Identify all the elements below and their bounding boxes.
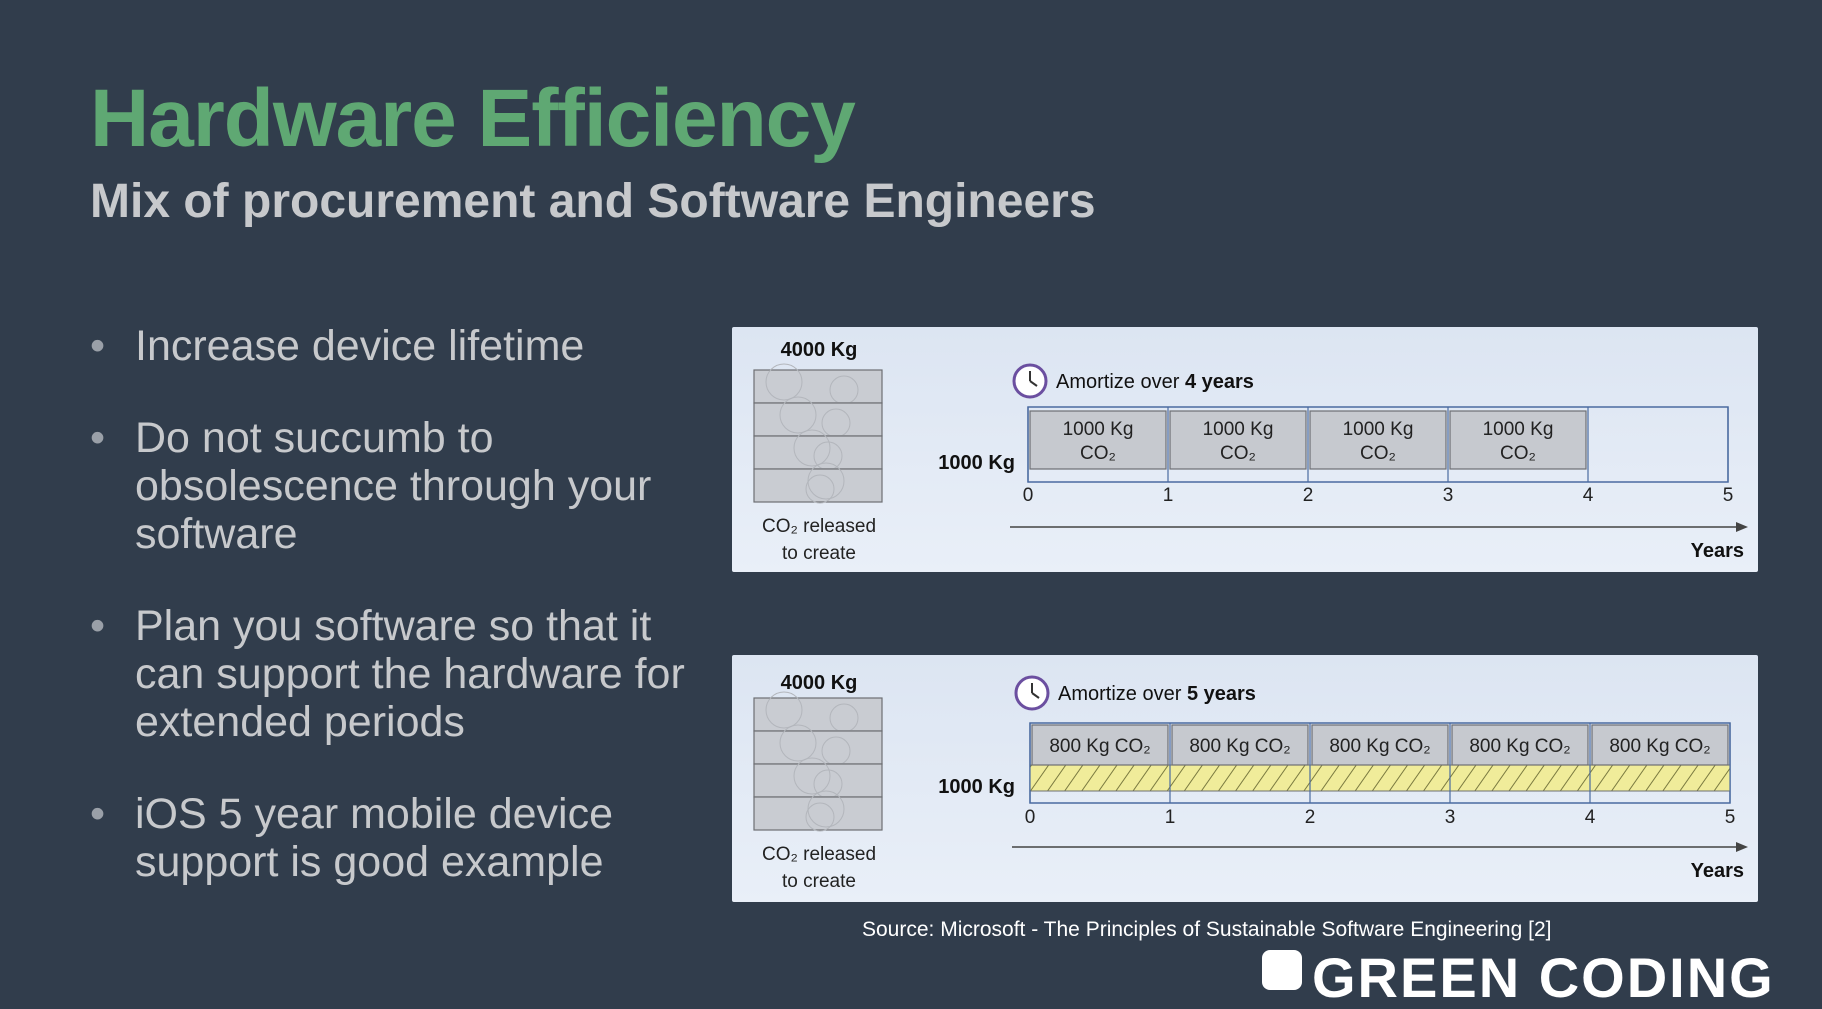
segment-label: 800 Kg CO₂ bbox=[1329, 736, 1430, 757]
clock-icon bbox=[1014, 675, 1050, 711]
amortize-prefix: Amortize over bbox=[1058, 683, 1187, 705]
segment-label: 1000 Kg bbox=[1343, 419, 1414, 440]
bullet-item: iOS 5 year mobile device support is good… bbox=[90, 790, 710, 886]
bullet-list: Increase device lifetime Do not succumb … bbox=[90, 322, 710, 930]
amortization-segment: 800 Kg CO₂ bbox=[1311, 724, 1449, 766]
total-label: 4000 Kg bbox=[781, 339, 858, 361]
segment-label: CO₂ bbox=[1220, 443, 1256, 464]
released-label: CO₂ released bbox=[762, 516, 876, 537]
amortization-segment: 800 Kg CO₂ bbox=[1171, 724, 1309, 766]
axis-label: Years bbox=[1691, 860, 1744, 882]
tick-label: 0 bbox=[1025, 807, 1036, 828]
bullet-item: Do not succumb to obsolescence through y… bbox=[90, 414, 710, 558]
amortization-segment: 1000 Kg CO₂ bbox=[1169, 410, 1307, 470]
diagram-svg: 4000 Kg CO₂ released to create Amortize ove… bbox=[753, 339, 1748, 564]
segment-label: CO₂ bbox=[1080, 443, 1116, 464]
released-label: to create bbox=[782, 543, 856, 564]
tick-label: 4 bbox=[1585, 807, 1596, 828]
amortization-segment: 800 Kg CO₂ bbox=[1591, 724, 1729, 766]
segment-label: 1000 Kg bbox=[1483, 419, 1554, 440]
axis-arrowhead bbox=[1736, 522, 1748, 532]
tick-label: 2 bbox=[1303, 485, 1314, 506]
brand-icon bbox=[1262, 950, 1302, 990]
tick-label: 0 bbox=[1023, 485, 1034, 506]
amortize-years: 5 years bbox=[1187, 683, 1256, 705]
amortize-label: Amortize over 4 years bbox=[1056, 371, 1254, 393]
co2-stack-block bbox=[753, 763, 883, 798]
tick-label: 3 bbox=[1443, 485, 1454, 506]
tick-label: 4 bbox=[1583, 485, 1594, 506]
bullet-item: Increase device lifetime bbox=[90, 322, 710, 370]
scale-label: 1000 Kg bbox=[938, 452, 1015, 474]
amortization-segment: 1000 Kg CO₂ bbox=[1449, 410, 1587, 470]
amortize-label: Amortize over 5 years bbox=[1058, 683, 1256, 705]
tick-label: 1 bbox=[1163, 485, 1174, 506]
tick-label: 5 bbox=[1725, 807, 1736, 828]
slide-subtitle: Mix of procurement and Software Engineer… bbox=[90, 175, 1096, 228]
tick-label: 5 bbox=[1723, 485, 1734, 506]
co2-stack-block bbox=[753, 369, 883, 404]
amortization-segment: 1000 Kg CO₂ bbox=[1029, 410, 1167, 470]
segment-label: 1000 Kg bbox=[1203, 419, 1274, 440]
amortize-5-years-diagram: 4000 Kg CO₂ released to create Amortize ove… bbox=[732, 655, 1758, 902]
segment-label: 800 Kg CO₂ bbox=[1189, 736, 1290, 757]
brand-text: GREEN CODING bbox=[1312, 946, 1775, 1009]
released-label: to create bbox=[782, 871, 856, 892]
segment-label: CO₂ bbox=[1500, 443, 1536, 464]
segment-label: 800 Kg CO₂ bbox=[1469, 736, 1570, 757]
total-label: 4000 Kg bbox=[781, 672, 858, 694]
segment-label: 1000 Kg bbox=[1063, 419, 1134, 440]
amortize-prefix: Amortize over bbox=[1056, 371, 1185, 393]
axis-label: Years bbox=[1691, 540, 1744, 562]
amortize-years: 4 years bbox=[1185, 371, 1254, 393]
tick-label: 2 bbox=[1305, 807, 1316, 828]
brand-logo: GREEN CODING bbox=[1262, 950, 1775, 1006]
slide-title: Hardware Efficiency bbox=[90, 73, 856, 164]
tick-label: 3 bbox=[1445, 807, 1456, 828]
segment-label: 800 Kg CO₂ bbox=[1049, 736, 1150, 757]
released-label: CO₂ released bbox=[762, 844, 876, 865]
clock-icon bbox=[1012, 363, 1048, 399]
tick-label: 1 bbox=[1165, 807, 1176, 828]
hatched-band bbox=[1029, 764, 1731, 792]
amortization-segment: 800 Kg CO₂ bbox=[1451, 724, 1589, 766]
axis-arrowhead bbox=[1736, 842, 1748, 852]
co2-stack-block bbox=[753, 435, 883, 470]
segment-label: 800 Kg CO₂ bbox=[1609, 736, 1710, 757]
segment-label: CO₂ bbox=[1360, 443, 1396, 464]
bullet-item: Plan you software so that it can support… bbox=[90, 602, 710, 746]
amortization-segment: 800 Kg CO₂ bbox=[1031, 724, 1169, 766]
amortization-segment: 1000 Kg CO₂ bbox=[1309, 410, 1447, 470]
scale-label: 1000 Kg bbox=[938, 776, 1015, 798]
source-citation: Source: Microsoft - The Principles of Su… bbox=[862, 918, 1552, 941]
amortize-4-years-diagram: 4000 Kg CO₂ released to create Amortize ove… bbox=[732, 327, 1758, 572]
diagram-svg: 4000 Kg CO₂ released to create Amortize ove… bbox=[753, 672, 1748, 892]
co2-stack-block bbox=[753, 697, 883, 732]
